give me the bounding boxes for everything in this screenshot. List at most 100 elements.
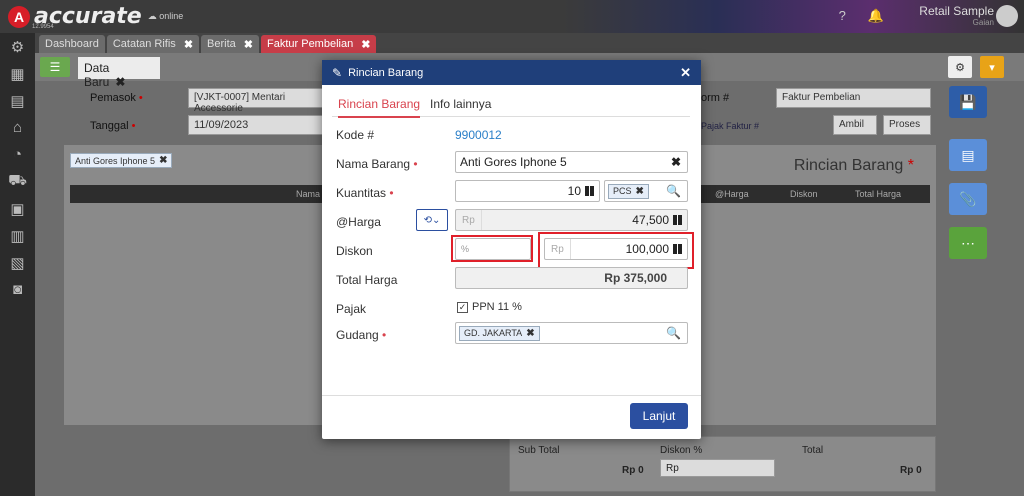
tab-rincian-barang[interactable]: Rincian Barang [338, 97, 421, 118]
kode-value: 9900012 [455, 128, 502, 142]
tab-label: Dashboard [45, 38, 99, 50]
subtotal-label: Sub Total [518, 445, 560, 456]
harga-input[interactable]: Rp 47,500 [455, 209, 688, 231]
tab-faktur-pembelian[interactable]: Faktur Pembelian ✖ [261, 35, 377, 53]
inventory-icon[interactable]: ▥ [0, 222, 35, 249]
totals-panel: Sub Total Rp 0 Diskon % Rp Total Rp 0 [509, 436, 936, 492]
cart-icon[interactable]: ⛟ [0, 168, 35, 195]
harga-label: @Harga [336, 215, 381, 229]
item-chip[interactable]: Anti Gores Iphone 5 ✖ [70, 153, 173, 168]
modal-header: ✎ Rincian Barang ✕ [322, 60, 701, 85]
gudang-label: Gudang • [336, 328, 387, 342]
cloud-icon: ☁ online [147, 11, 184, 21]
diskon-label-text: Diskon [660, 445, 691, 456]
close-icon[interactable]: ✕ [680, 65, 691, 81]
ppn-label: PPN 11 % [472, 301, 522, 313]
user-role: Gaian [972, 18, 994, 27]
gudang-select[interactable]: GD. JAKARTA ✖ 🔍 [455, 322, 688, 344]
total-harga-label: Total Harga [336, 273, 398, 287]
highlight-box-percent [451, 235, 533, 262]
logo-sub: online [159, 11, 184, 21]
truck-icon[interactable]: ▣ [0, 195, 35, 222]
unit-chip: PCS ✖ [608, 183, 649, 199]
lanjut-button[interactable]: Lanjut [630, 403, 688, 429]
pemasok-label-text: Pemasok [90, 92, 136, 104]
modal-tabs: Rincian Barang Info lainnya [332, 93, 690, 118]
close-icon[interactable]: ✖ [636, 186, 644, 197]
top-bar: A accurate ☁ online 12.9954 ? 🔔 Retail S… [0, 0, 1024, 33]
list-view-button[interactable]: ☰ [40, 57, 70, 77]
section-title-text: Rincian Barang [793, 157, 904, 174]
form-type-select[interactable]: Faktur Pembelian [776, 88, 931, 108]
bell-icon[interactable]: 🔔 [868, 8, 884, 24]
bank-icon[interactable]: ⌂ [0, 114, 35, 141]
settings-icon[interactable]: ⚙ [0, 33, 35, 60]
checkbox-icon[interactable]: ✓ [457, 301, 468, 313]
more-button[interactable]: ⋯ [949, 227, 987, 259]
subtotal-value: Rp 0 [622, 465, 644, 476]
rincian-barang-modal: ✎ Rincian Barang ✕ Rincian Barang Info l… [322, 60, 701, 439]
kuantitas-label: Kuantitas • [336, 186, 394, 200]
company-icon[interactable]: ▦ [0, 60, 35, 87]
clear-icon[interactable]: ✖ [671, 155, 681, 169]
save-button[interactable]: 💾 [949, 86, 987, 118]
kuantitas-input[interactable]: 10 [455, 180, 600, 202]
ppn-checkbox[interactable]: ✓ PPN 11 % [457, 301, 522, 313]
calculator-icon[interactable] [585, 186, 594, 196]
nama-barang-value: Anti Gores Iphone 5 [460, 155, 567, 169]
search-icon[interactable]: 🔍 [666, 326, 681, 340]
help-icon[interactable]: ? [839, 8, 846, 24]
section-title: Rincian Barang * [793, 157, 914, 174]
tanggal-label-text: Tanggal [90, 120, 129, 132]
close-icon[interactable]: ✖ [115, 75, 125, 89]
attachment-button[interactable]: 📎 [949, 183, 987, 215]
logo-version: 12.9954 [32, 24, 54, 30]
proses-button[interactable]: Proses [883, 115, 931, 135]
gear-icon[interactable]: ⚙ [948, 56, 972, 78]
nama-barang-input[interactable]: Anti Gores Iphone 5 ✖ [455, 151, 688, 173]
right-tools: ⚙ ▾ [948, 56, 1004, 78]
document-button[interactable]: ▤ [949, 139, 987, 171]
diskon-label: Diskon % [660, 445, 702, 456]
close-icon[interactable]: ✖ [184, 38, 193, 51]
avatar[interactable] [996, 5, 1018, 27]
col-harga: @Harga [715, 189, 749, 199]
sales-icon[interactable]: ◔ [0, 141, 35, 168]
diskon-total-field[interactable]: Rp [660, 459, 775, 477]
close-icon[interactable]: ✖ [159, 155, 167, 166]
close-icon[interactable]: ✖ [361, 38, 370, 51]
unit-select[interactable]: PCS ✖ 🔍 [604, 180, 688, 202]
subtab-label: Data Baru [84, 61, 110, 89]
tab-berita[interactable]: Berita ✖ [201, 35, 259, 53]
user-name: Retail Sample [919, 4, 994, 18]
gudang-label-text: Gudang [336, 328, 379, 342]
ambil-button[interactable]: Ambil [833, 115, 877, 135]
form-number-label: orm # [701, 92, 730, 104]
kode-label: Kode # [336, 128, 375, 142]
tab-info-lainnya[interactable]: Info lainnya [430, 97, 491, 111]
history-button[interactable]: ⟲⌄ [416, 209, 448, 231]
tab-label: Catatan Rifis [112, 38, 176, 50]
total-harga-value: Rp 375,000 [455, 267, 688, 289]
subtab-data-baru[interactable]: Data Baru ✖ [78, 57, 160, 89]
col-total: Total Harga [855, 189, 902, 199]
pencil-icon: ✎ [332, 65, 343, 80]
tanggal-label: Tanggal • [90, 120, 136, 132]
close-icon[interactable]: ✖ [244, 38, 253, 51]
report-icon[interactable]: ▧ [0, 249, 35, 276]
document-icon[interactable]: ▤ [0, 87, 35, 114]
user-menu[interactable]: Retail Sample Gaian [919, 4, 994, 27]
tab-catatan-rifis[interactable]: Catatan Rifis ✖ [106, 35, 200, 53]
pemasok-field[interactable]: [VJKT-0007] Mentari Accessorie [188, 88, 323, 114]
close-icon[interactable]: ✖ [526, 328, 534, 339]
search-icon[interactable]: 🔍 [666, 184, 681, 198]
modal-footer-divider [322, 395, 701, 396]
tab-dashboard[interactable]: Dashboard [39, 35, 105, 53]
nama-label-text: Nama Barang [336, 157, 411, 171]
tanggal-field[interactable]: 11/09/2023 [188, 115, 323, 135]
calculator-icon[interactable] [673, 215, 682, 225]
pajak-link[interactable]: Pajak Faktur # [701, 121, 759, 131]
dropdown-button[interactable]: ▾ [980, 56, 1004, 78]
harga-prefix: Rp [456, 210, 482, 230]
chart-icon[interactable]: ◙ [0, 276, 35, 303]
